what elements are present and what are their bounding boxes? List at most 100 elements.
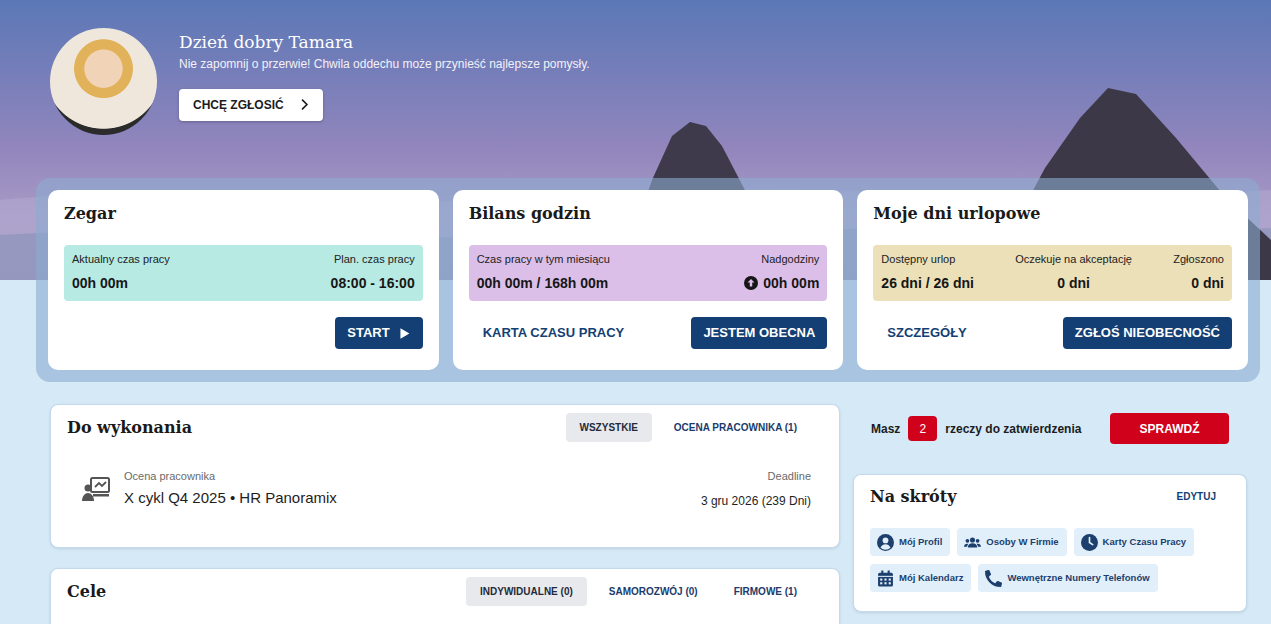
month-hours-value: 00h 00m / 168h 00m [477, 273, 609, 294]
tab[interactable]: WSZYSTKIE [566, 413, 652, 442]
vacation-stat-value-row: 0 dni [1015, 273, 1132, 294]
user-photo [50, 28, 157, 135]
shortcut-label[interactable]: Osoby W Firmie [986, 535, 1058, 549]
shortcuts-card: Na skrótyEDYTUJ Mój Profil Osoby W Firmie K… [853, 474, 1247, 612]
todo-name[interactable]: X cykl Q4 2025 • HR Panoramix [124, 487, 701, 510]
todo-card: Do wykonania WSZYSTKIE OCENA PRACOWNIKA (1… [50, 404, 840, 548]
shortcut-label[interactable]: Mój Profil [899, 535, 942, 549]
balance-actions: KARTA CZASU PRACY JESTEM OBECNA [469, 317, 828, 349]
vacation-stat-value-row: 26 dni / 26 dni [881, 273, 974, 294]
employee-review-icon-svg [81, 474, 111, 504]
shortcut-item[interactable]: Wewnętrzne Numery Telefonów [978, 564, 1157, 592]
deadline-value: 3 gru 2026 (239 Dni) [701, 492, 811, 510]
work-time-box: Aktualny czas pracy 00h 00m Plan. czas pra… [64, 245, 423, 301]
planned-work-time-value: 08:00 - 16:00 [331, 273, 415, 294]
start-button[interactable]: START [335, 317, 422, 349]
overtime: Nadgodziny 00h 00m [744, 252, 819, 295]
arrow-up-icon [744, 276, 758, 290]
play-icon [398, 327, 411, 340]
greeting-text: Dzień dobry Tamara Nie zapomnij o przerwi… [179, 28, 590, 178]
overtime-value-row: 00h 00m [744, 273, 819, 294]
vacation-stat-value: 26 dni / 26 dni [881, 273, 974, 294]
tab[interactable]: INDYWIDUALNE (0) [466, 577, 587, 606]
vacation-card: Moje dni urlopowe Dostępny urlop 26 dni / … [857, 190, 1248, 370]
hours-balance-card: Bilans godzin Czas pracy w tym miesiącu 00… [453, 190, 844, 370]
goals-header: Cele INDYWIDUALNE (0) SAMOROZWÓJ (0) FIRMOW… [67, 577, 811, 606]
shortcut-label[interactable]: Wewnętrzne Numery Telefonów [1007, 571, 1149, 585]
todo-type: Ocena pracownika [124, 468, 701, 485]
shortcuts-header: Na skrótyEDYTUJ [870, 485, 1230, 508]
vacation-stat-label: Oczekuje na akceptację [1015, 252, 1132, 267]
shortcut-item[interactable]: Karty Czasu Pracy [1074, 528, 1194, 556]
report-absence-button-label[interactable]: ZGŁOŚ NIEOBECNOŚĆ [1075, 323, 1220, 343]
tab-bar: WSZYSTKIE OCENA PRACOWNIKA (1) [566, 413, 812, 442]
clock-card: Zegar Aktualny czas pracy 00h 00m Plan. cza… [48, 190, 439, 370]
present-button[interactable]: JESTEM OBECNA [691, 317, 827, 349]
vacation-stat-value: 0 dni [1057, 273, 1090, 294]
dashboard-page: Dzień dobry Tamara Nie zapomnij o przerwi… [0, 0, 1271, 624]
vacation-stat: Dostępny urlop 26 dni / 26 dni [881, 252, 974, 295]
card-title: Bilans godzin [469, 204, 828, 223]
edit-button[interactable]: EDYTUJ [1163, 485, 1230, 508]
vacation-stat: Oczekuje na akceptację 0 dni [1015, 252, 1132, 295]
shortcut-list: Mój Profil Osoby W Firmie Karty Czasu Prac… [870, 528, 1230, 592]
vacation-box: Dostępny urlop 26 dni / 26 dni Oczekuje na… [873, 245, 1232, 301]
overtime-label: Nadgodziny [744, 252, 819, 267]
details-button[interactable]: SZCZEGÓŁY [873, 317, 980, 349]
clock-actions: START [64, 317, 423, 349]
arrow-up-icon-svg [744, 276, 758, 290]
calendar-icon-svg [877, 570, 894, 587]
tab[interactable]: FIRMOWE (1) [720, 577, 811, 606]
planned-work-time: Plan. czas pracy 08:00 - 16:00 [331, 252, 415, 295]
month-hours-value-row: 00h 00m / 168h 00m [477, 273, 610, 294]
phone-icon-svg [985, 570, 1002, 587]
vacation-stat-value-row: 0 dni [1173, 273, 1224, 294]
vacation-stat: Zgłoszono0 dni [1173, 252, 1224, 295]
card-title: Do wykonania [67, 418, 192, 437]
shortcut-item[interactable]: Osoby W Firmie [957, 528, 1066, 556]
profile-icon [877, 534, 894, 551]
planned-work-time-label: Plan. czas pracy [331, 252, 415, 267]
greeting-subtitle: Nie zapomnij o przerwie! Chwila oddechu … [179, 57, 590, 73]
todo-deadline: Deadline 3 gru 2026 (239 Dni) [701, 468, 811, 510]
report-button[interactable]: CHCĘ ZGŁOSIĆ [179, 89, 323, 121]
shortcut-label[interactable]: Karty Czasu Pracy [1103, 535, 1186, 549]
todo-item-text: Ocena pracownika X cykl Q4 2025 • HR Pano… [124, 468, 701, 509]
lower-area: Do wykonania WSZYSTKIE OCENA PRACOWNIKA (1… [0, 382, 1271, 624]
card-title: Moje dni urlopowe [873, 204, 1232, 223]
right-column: Masz2rzeczy do zatwierdzeniaSPRAWDŹNa sk… [853, 404, 1247, 624]
report-button-label[interactable]: CHCĘ ZGŁOSIĆ [193, 96, 284, 114]
goals-card: Cele INDYWIDUALNE (0) SAMOROZWÓJ (0) FIRMOW… [50, 568, 840, 624]
timesheet-button[interactable]: KARTA CZASU PRACY [469, 317, 639, 349]
tab[interactable]: SAMOROZWÓJ (0) [595, 577, 712, 606]
month-hours-label: Czas pracy w tym miesiącu [477, 252, 610, 267]
shortcut-label[interactable]: Mój Kalendarz [899, 571, 963, 585]
month-hours: Czas pracy w tym miesiącu 00h 00m / 168h … [477, 252, 610, 295]
people-icon-svg [964, 534, 981, 551]
summary-panel: Zegar Aktualny czas pracy 00h 00m Plan. cza… [36, 178, 1260, 382]
present-button-label[interactable]: JESTEM OBECNA [703, 323, 815, 343]
left-column: Do wykonania WSZYSTKIE OCENA PRACOWNIKA (1… [50, 404, 840, 624]
chevron-right-icon-svg [298, 98, 311, 111]
card-title: Zegar [64, 204, 423, 223]
report-absence-button[interactable]: ZGŁOŚ NIEOBECNOŚĆ [1063, 317, 1232, 349]
check-button[interactable]: SPRAWDŹ [1110, 413, 1229, 444]
current-work-time-label: Aktualny czas pracy [72, 252, 170, 267]
greeting: Dzień dobry Tamara [179, 31, 590, 53]
vacation-actions: SZCZEGÓŁY ZGŁOŚ NIEOBECNOŚĆ [873, 317, 1232, 349]
shortcut-item[interactable]: Mój Profil [870, 528, 950, 556]
card-title: Cele [67, 582, 106, 601]
clock-icon [1081, 534, 1098, 551]
approvals-prefix: Masz [871, 420, 900, 438]
phone-icon [985, 570, 1002, 587]
people-icon [964, 534, 981, 551]
vacation-stat-label: Dostępny urlop [881, 252, 974, 267]
shortcut-item[interactable]: Mój Kalendarz [870, 564, 971, 592]
deadline-label: Deadline [701, 468, 811, 485]
clock-icon-svg [1081, 534, 1098, 551]
current-work-time-value: 00h 00m [72, 273, 128, 294]
tab[interactable]: OCENA PRACOWNIKA (1) [660, 413, 811, 442]
todo-item[interactable]: Ocena pracownika X cykl Q4 2025 • HR Pano… [67, 468, 811, 510]
approvals-suffix: rzeczy do zatwierdzenia [945, 420, 1081, 438]
start-button-label[interactable]: START [347, 323, 389, 343]
